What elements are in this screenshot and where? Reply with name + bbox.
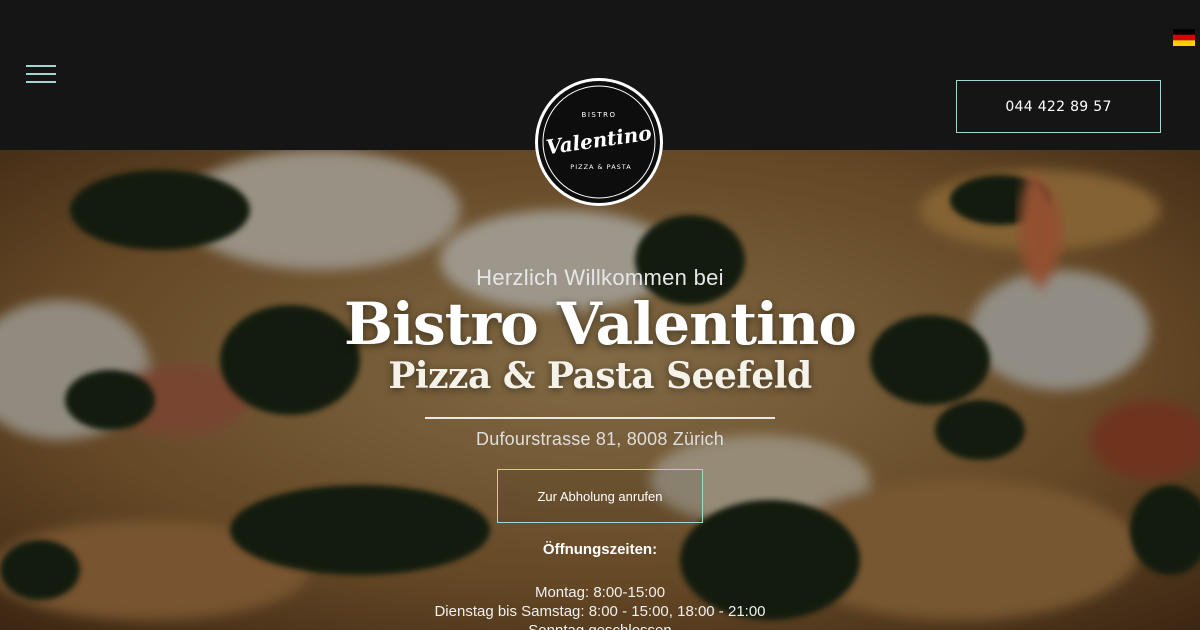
pickup-call-button[interactable]: Zur Abholung anrufen <box>497 469 703 523</box>
logo-bottom-text: PIZZA & PASTA <box>570 163 631 171</box>
hamburger-menu-icon[interactable] <box>26 65 56 85</box>
logo-top-text: BISTRO <box>582 111 617 119</box>
opening-hours-monday: Montag: 8:00-15:00 <box>534 584 666 601</box>
opening-hours-sunday: Sonntag geschlossen <box>0 622 1200 630</box>
address-text: Dufourstrasse 81, 8008 Zürich <box>476 429 724 449</box>
hero-section: Herzlich Willkommen bei Bistro Valentino… <box>0 150 1200 630</box>
title-divider <box>425 417 775 419</box>
welcome-text: Herzlich Willkommen bei <box>476 265 724 290</box>
hero-content: Herzlich Willkommen bei Bistro Valentino… <box>0 150 1200 630</box>
page-title: Bistro Valentino <box>344 290 857 358</box>
page-subtitle: Pizza & Pasta Seefeld <box>388 355 812 397</box>
phone-button[interactable]: 044 422 89 57 <box>956 80 1161 133</box>
german-flag-icon[interactable] <box>1173 29 1195 46</box>
opening-hours-title: Öffnungszeiten: <box>542 541 658 558</box>
opening-hours-tuesday-saturday: Dienstag bis Samstag: 8:00 - 15:00, 18:0… <box>434 603 766 620</box>
bistro-valentino-logo[interactable]: BISTRO Valentino PIZZA & PASTA <box>534 77 664 207</box>
